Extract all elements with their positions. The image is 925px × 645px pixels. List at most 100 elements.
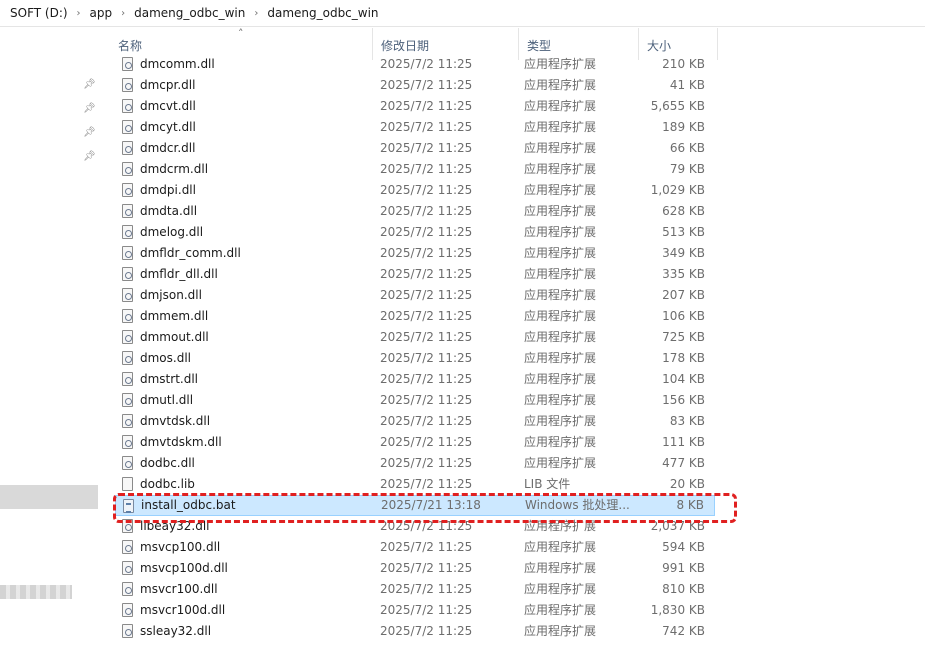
file-row[interactable]: dmcyt.dll 2025/7/2 11:25 应用程序扩展 189 KB — [115, 117, 715, 138]
file-row[interactable]: dmutl.dll 2025/7/2 11:25 应用程序扩展 156 KB — [115, 390, 715, 411]
file-row[interactable]: dmfldr_comm.dll 2025/7/2 11:25 应用程序扩展 349 K… — [115, 243, 715, 264]
file-size: 111 KB — [662, 435, 705, 449]
column-header-date-label: 修改日期 — [381, 39, 430, 53]
dll-icon — [122, 561, 133, 575]
file-size: 335 KB — [662, 267, 705, 281]
file-name: dmdpi.dll — [140, 183, 196, 197]
file-row[interactable]: msvcp100.dll 2025/7/2 11:25 应用程序扩展 594 KB — [115, 537, 715, 558]
file-name: msvcr100d.dll — [140, 603, 226, 617]
chevron-right-icon[interactable]: › — [68, 8, 90, 19]
file-row[interactable]: msvcp100d.dll 2025/7/2 11:25 应用程序扩展 991 KB — [115, 558, 715, 579]
file-row[interactable]: msvcr100.dll 2025/7/2 11:25 应用程序扩展 810 KB — [115, 579, 715, 600]
file-type: 应用程序扩展 — [524, 204, 597, 218]
pin-icon[interactable]: 📌︎ — [83, 126, 96, 140]
file-size: 2,037 KB — [650, 519, 705, 533]
breadcrumb-app[interactable]: app — [90, 6, 113, 20]
dll-icon — [122, 372, 133, 386]
file-name: ssleay32.dll — [140, 624, 212, 638]
file-row-selected[interactable]: install_odbc.bat 2025/7/21 13:18 Windows 批… — [115, 495, 715, 516]
file-modified-date: 2025/7/2 11:25 — [380, 351, 473, 365]
dll-icon — [122, 57, 133, 71]
file-modified-date: 2025/7/2 11:25 — [380, 540, 473, 554]
file-row[interactable]: dmdta.dll 2025/7/2 11:25 应用程序扩展 628 KB — [115, 201, 715, 222]
file-row[interactable]: dmelog.dll 2025/7/2 11:25 应用程序扩展 513 KB — [115, 222, 715, 243]
chevron-right-icon[interactable]: › — [112, 8, 134, 19]
file-row[interactable]: dmjson.dll 2025/7/2 11:25 应用程序扩展 207 KB — [115, 285, 715, 306]
file-row[interactable]: dodbc.lib 2025/7/2 11:25 LIB 文件 20 KB — [115, 474, 715, 495]
file-size: 207 KB — [662, 288, 705, 302]
dll-icon — [122, 99, 133, 113]
file-size: 106 KB — [662, 309, 705, 323]
file-size: 83 KB — [669, 414, 705, 428]
file-type: Windows 批处理... — [525, 498, 630, 512]
file-row[interactable]: dmmem.dll 2025/7/2 11:25 应用程序扩展 106 KB — [115, 306, 715, 327]
breadcrumb-current-folder[interactable]: dameng_odbc_win — [267, 6, 378, 20]
file-row[interactable]: dmvtdsk.dll 2025/7/2 11:25 应用程序扩展 83 KB — [115, 411, 715, 432]
dll-icon — [122, 393, 133, 407]
dll-icon — [122, 435, 133, 449]
sort-ascending-icon: ˄ — [238, 27, 244, 40]
file-row[interactable]: dmvtdskm.dll 2025/7/2 11:25 应用程序扩展 111 KB — [115, 432, 715, 453]
dll-icon — [122, 288, 133, 302]
file-row[interactable]: dmstrt.dll 2025/7/2 11:25 应用程序扩展 104 KB — [115, 369, 715, 390]
file-row[interactable]: dmdcrm.dll 2025/7/2 11:25 应用程序扩展 79 KB — [115, 159, 715, 180]
file-size: 66 KB — [669, 141, 705, 155]
file-row[interactable]: dmcomm.dll 2025/7/2 11:25 应用程序扩展 210 KB — [115, 54, 715, 75]
file-row[interactable]: dodbc.dll 2025/7/2 11:25 应用程序扩展 477 KB — [115, 453, 715, 474]
breadcrumb-parent-folder[interactable]: dameng_odbc_win — [134, 6, 245, 20]
file-size: 725 KB — [662, 330, 705, 344]
file-row[interactable]: msvcr100d.dll 2025/7/2 11:25 应用程序扩展 1,830 K… — [115, 600, 715, 621]
file-type: 应用程序扩展 — [524, 351, 597, 365]
file-type: 应用程序扩展 — [524, 267, 597, 281]
dll-icon — [122, 351, 133, 365]
dll-icon — [122, 456, 133, 470]
file-modified-date: 2025/7/2 11:25 — [380, 624, 473, 638]
file-name: dmmout.dll — [140, 330, 209, 344]
file-type: 应用程序扩展 — [524, 393, 597, 407]
file-name: dmstrt.dll — [140, 372, 199, 386]
file-type: LIB 文件 — [524, 477, 571, 491]
file-row[interactable]: dmcvt.dll 2025/7/2 11:25 应用程序扩展 5,655 KB — [115, 96, 715, 117]
file-row[interactable]: dmfldr_dll.dll 2025/7/2 11:25 应用程序扩展 335 KB — [115, 264, 715, 285]
file-modified-date: 2025/7/2 11:25 — [380, 141, 473, 155]
breadcrumb-drive[interactable]: SOFT (D:) — [10, 6, 68, 20]
file-size: 349 KB — [662, 246, 705, 260]
file-row[interactable]: ssleay32.dll 2025/7/2 11:25 应用程序扩展 742 KB — [115, 621, 715, 642]
file-size: 178 KB — [662, 351, 705, 365]
file-modified-date: 2025/7/2 11:25 — [380, 330, 473, 344]
file-type: 应用程序扩展 — [524, 456, 597, 470]
file-modified-date: 2025/7/2 11:25 — [380, 78, 473, 92]
file-row[interactable]: dmmout.dll 2025/7/2 11:25 应用程序扩展 725 KB — [115, 327, 715, 348]
pin-icon[interactable]: 📌︎ — [83, 150, 96, 164]
pin-icon[interactable]: 📌︎ — [83, 78, 96, 92]
file-size: 742 KB — [662, 624, 705, 638]
file-size: 79 KB — [669, 162, 705, 176]
file-row[interactable]: dmdpi.dll 2025/7/2 11:25 应用程序扩展 1,029 KB — [115, 180, 715, 201]
pin-icon[interactable]: 📌︎ — [83, 102, 96, 116]
file-size: 189 KB — [662, 120, 705, 134]
file-modified-date: 2025/7/2 11:25 — [380, 309, 473, 323]
file-name: dmcvt.dll — [140, 99, 196, 113]
file-name: dmmem.dll — [140, 309, 209, 323]
file-row[interactable]: dmdcr.dll 2025/7/2 11:25 应用程序扩展 66 KB — [115, 138, 715, 159]
nav-item-selected[interactable] — [0, 485, 98, 509]
file-type: 应用程序扩展 — [524, 183, 597, 197]
file-modified-date: 2025/7/2 11:25 — [380, 225, 473, 239]
nav-item-blurred[interactable] — [0, 585, 72, 599]
file-name: msvcp100.dll — [140, 540, 221, 554]
file-row[interactable]: dmos.dll 2025/7/2 11:25 应用程序扩展 178 KB — [115, 348, 715, 369]
breadcrumb: SOFT (D:) › app › dameng_odbc_win › dame… — [0, 0, 925, 27]
file-size: 477 KB — [662, 456, 705, 470]
file-name: dmdta.dll — [140, 204, 198, 218]
file-row[interactable]: dmcpr.dll 2025/7/2 11:25 应用程序扩展 41 KB — [115, 75, 715, 96]
file-type: 应用程序扩展 — [524, 162, 597, 176]
file-type: 应用程序扩展 — [524, 78, 597, 92]
file-modified-date: 2025/7/2 11:25 — [380, 456, 473, 470]
file-name: dmcyt.dll — [140, 120, 196, 134]
file-row[interactable]: libeay32.dll 2025/7/2 11:25 应用程序扩展 2,037 KB — [115, 516, 715, 537]
dll-icon — [122, 519, 133, 533]
chevron-right-icon[interactable]: › — [245, 8, 267, 19]
dll-icon — [122, 162, 133, 176]
file-type: 应用程序扩展 — [524, 246, 597, 260]
file-modified-date: 2025/7/2 11:25 — [380, 183, 473, 197]
